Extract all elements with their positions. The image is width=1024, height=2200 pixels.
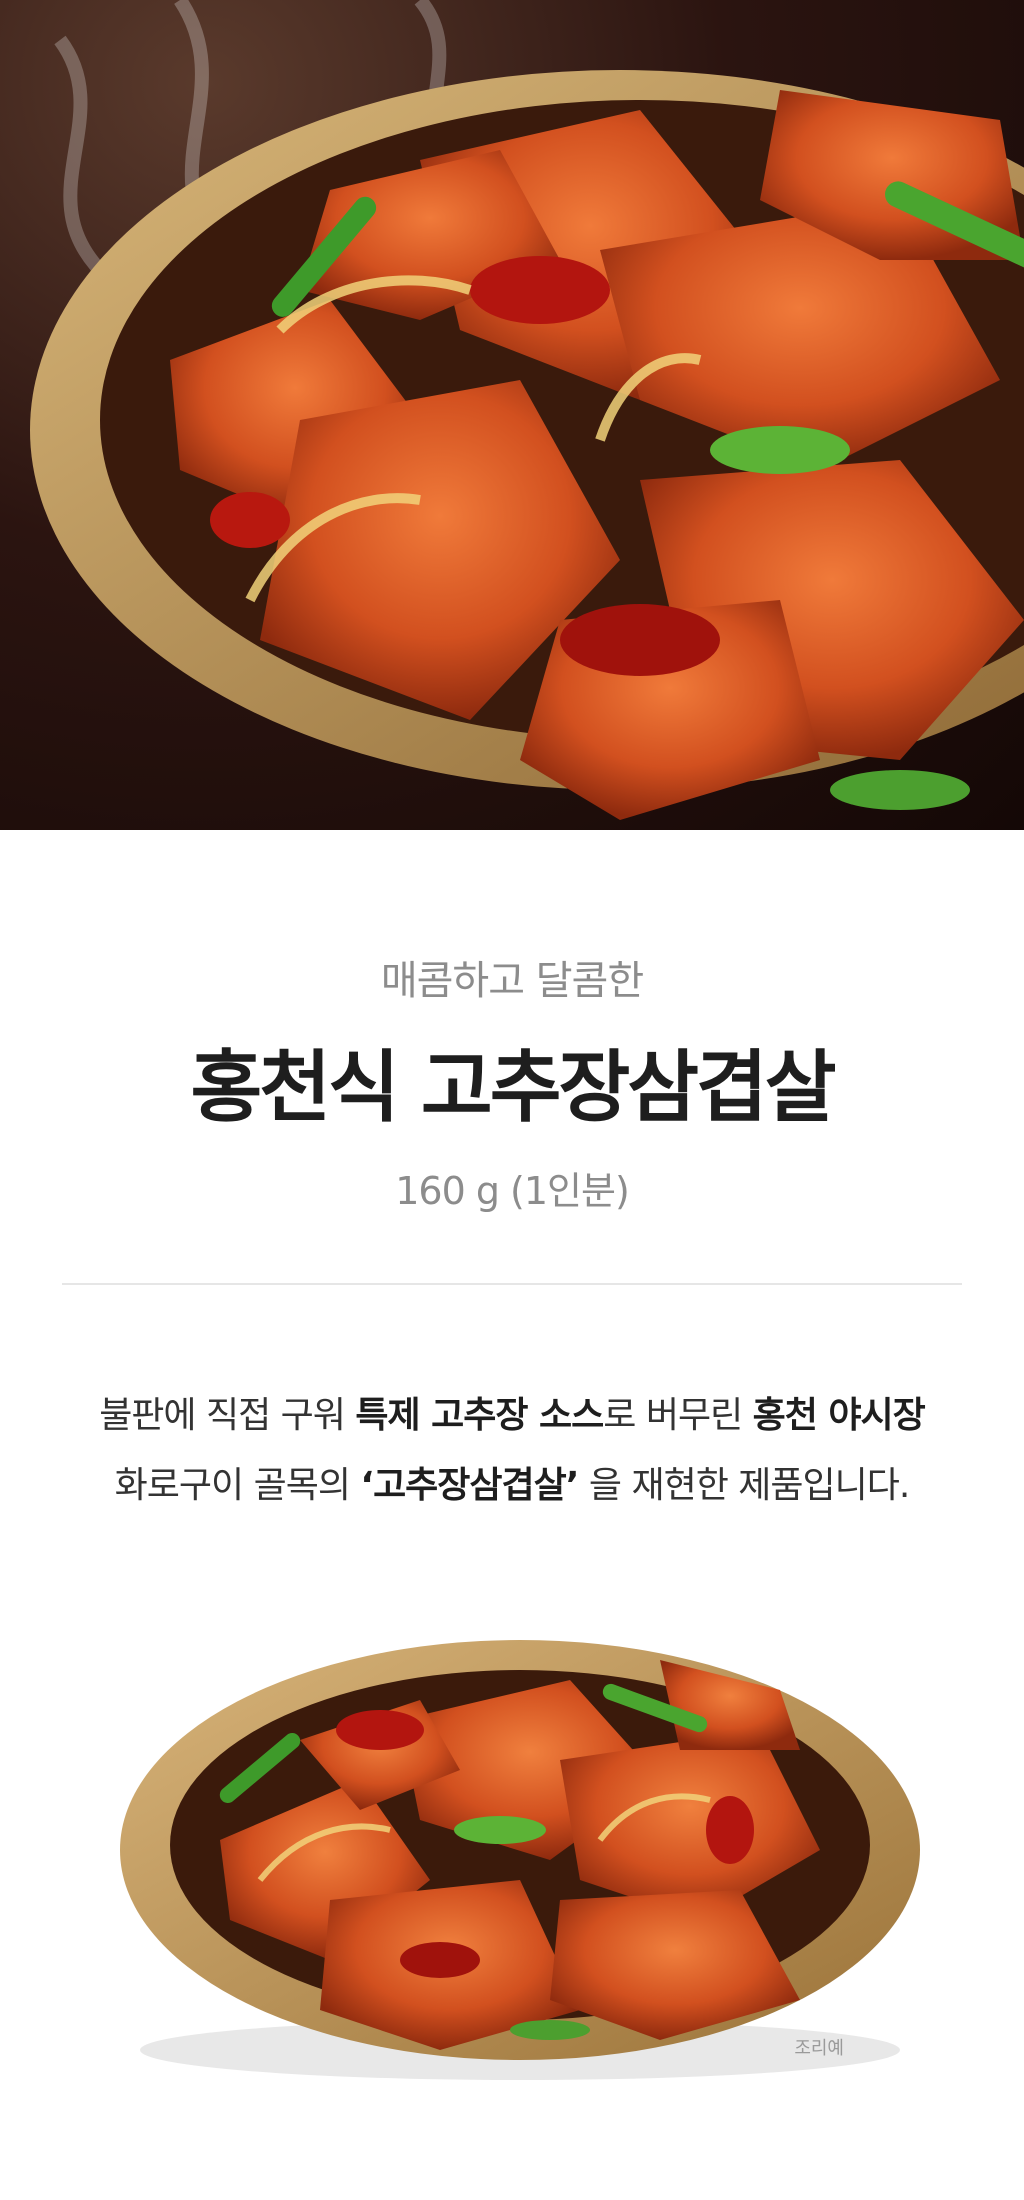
serving-suggestion-caption: 조리예 (794, 2038, 844, 2059)
desc-text: 불판에 직접 구워 (99, 1395, 356, 1436)
description-line-1: 불판에 직접 구워 특제 고추장 소스로 버무린 홍천 야시장 (0, 1386, 1024, 1438)
product-title: 홍천식 고추장삼겹살 (190, 1043, 837, 1133)
hero-food-illustration (30, 0, 1024, 820)
description-line-2: 화로구이 골목의 ‘고추장삼겹살’ 을 재현한 제품입니다. (0, 1456, 1024, 1508)
desc-text: 화로구이 골목의 (114, 1465, 361, 1506)
desc-highlight: 홍천 야시장 (752, 1395, 926, 1436)
hero-food-photo (0, 0, 1024, 830)
desc-highlight: ‘고추장삼겹살’ (360, 1465, 579, 1506)
product-weight: 160 g (1인분) (395, 1169, 630, 1213)
section-divider (62, 1283, 962, 1285)
plated-dish-photo (120, 1640, 920, 2080)
desc-text: 을 재현한 제품입니다. (578, 1465, 910, 1506)
desc-text: 로 버무린 (603, 1395, 753, 1436)
desc-highlight: 특제 고추장 소스 (355, 1395, 604, 1436)
product-subtitle: 매콤하고 달콤한 (380, 958, 644, 1004)
product-detail-page: 매콤하고 달콤한 홍천식 고추장삼겹살 160 g (1인분) 불판에 직접 구… (0, 0, 1024, 2200)
